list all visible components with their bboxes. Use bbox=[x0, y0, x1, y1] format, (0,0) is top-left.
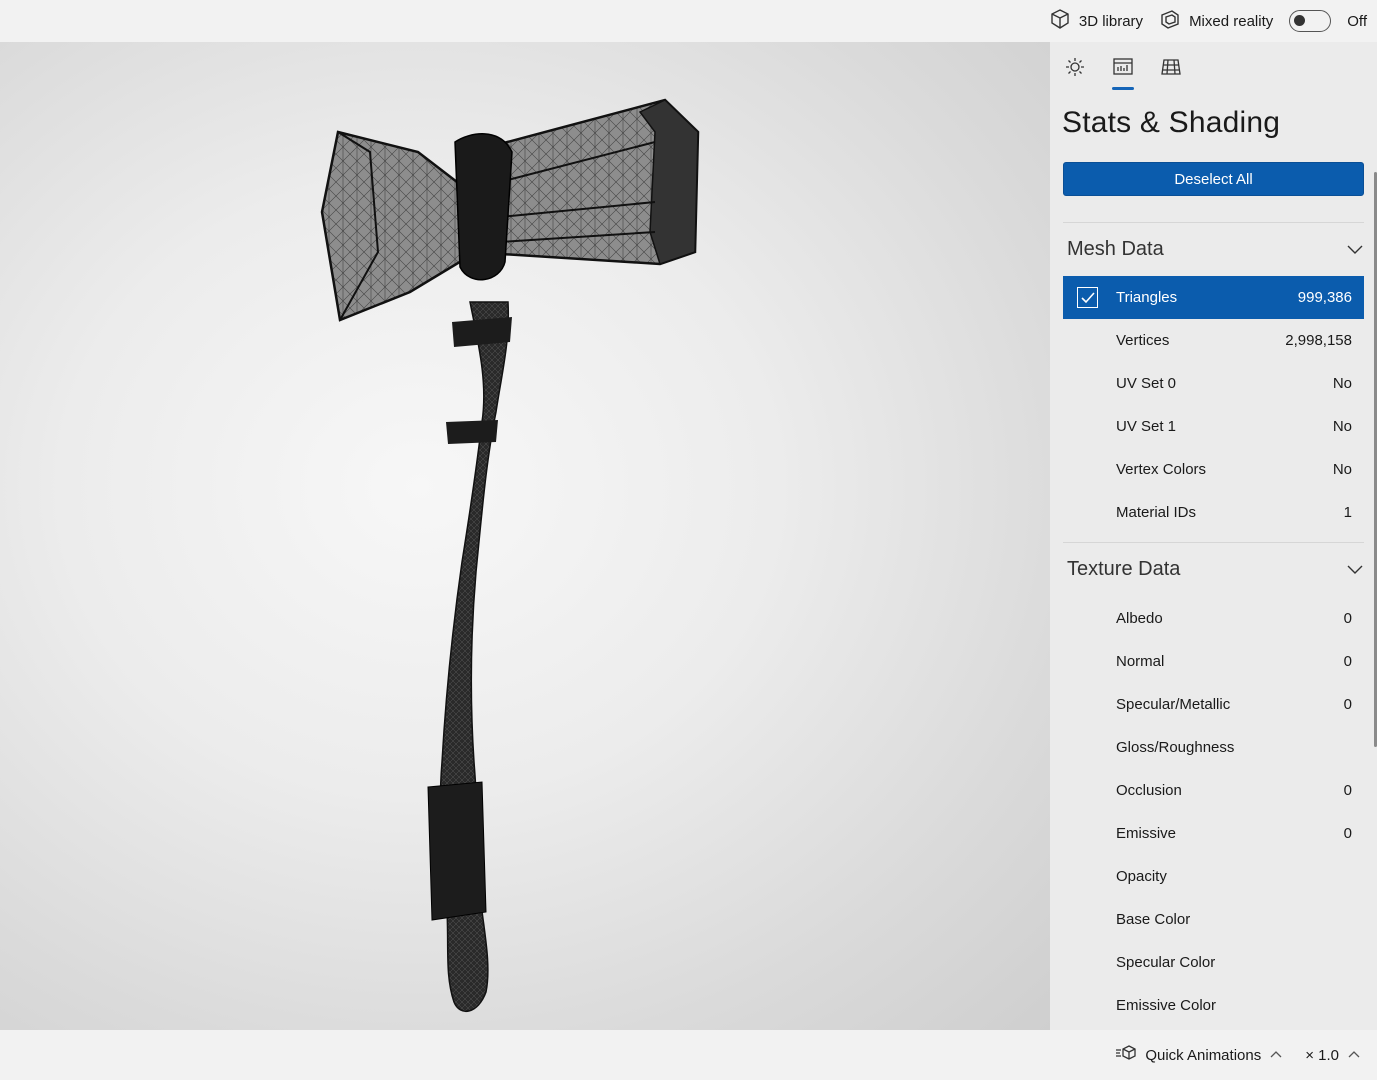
speed-button[interactable]: × 1.0 bbox=[1305, 1047, 1361, 1064]
row-label: Gloss/Roughness bbox=[1116, 739, 1235, 756]
texture-row-emissive[interactable]: Emissive 0 bbox=[1063, 812, 1364, 855]
row-value: No bbox=[1332, 418, 1352, 435]
grid-icon bbox=[1160, 56, 1182, 90]
checkbox-checked-icon[interactable] bbox=[1077, 287, 1098, 308]
quick-animations-label: Quick Animations bbox=[1145, 1046, 1262, 1064]
axe-wireframe-model bbox=[320, 98, 700, 1012]
mixed-reality-toggle[interactable] bbox=[1289, 10, 1332, 32]
tab-stats[interactable] bbox=[1110, 56, 1136, 90]
texture-row-albedo[interactable]: Albedo 0 bbox=[1063, 597, 1364, 640]
row-label: Triangles bbox=[1116, 289, 1178, 306]
mixed-reality-label: Mixed reality bbox=[1189, 12, 1274, 30]
chevron-down-icon bbox=[1346, 558, 1364, 581]
tab-grid[interactable] bbox=[1158, 56, 1184, 90]
row-label: Vertices bbox=[1116, 332, 1170, 349]
row-value: 999,386 bbox=[1297, 289, 1352, 306]
mesh-row-uv-set-1[interactable]: UV Set 1 No bbox=[1063, 405, 1364, 448]
texture-row-gloss-roughness[interactable]: Gloss/Roughness bbox=[1063, 726, 1364, 769]
row-value: 0 bbox=[1343, 610, 1352, 627]
sun-icon bbox=[1064, 56, 1086, 90]
speed-label: × 1.0 bbox=[1305, 1046, 1339, 1064]
cube-icon bbox=[1049, 8, 1071, 34]
mesh-row-vertices[interactable]: Vertices 2,998,158 bbox=[1063, 319, 1364, 362]
row-label: Occlusion bbox=[1116, 782, 1182, 799]
quick-animations-button[interactable]: Quick Animations bbox=[1115, 1044, 1283, 1066]
divider bbox=[1063, 222, 1364, 223]
deselect-all-button[interactable]: Deselect All bbox=[1063, 162, 1364, 196]
mixed-reality-button[interactable]: Mixed reality bbox=[1159, 8, 1273, 34]
texture-row-opacity[interactable]: Opacity bbox=[1063, 855, 1364, 898]
3d-library-button[interactable]: 3D library bbox=[1049, 8, 1143, 34]
3d-library-label: 3D library bbox=[1078, 12, 1144, 30]
toggle-state-label: Off bbox=[1347, 12, 1367, 30]
stats-panel: Stats & Shading Deselect All Mesh Data T… bbox=[1050, 42, 1377, 1030]
panel-tabs bbox=[1050, 42, 1377, 94]
row-value: 1 bbox=[1343, 504, 1352, 521]
stats-icon bbox=[1112, 56, 1134, 90]
bottom-bar: Quick Animations × 1.0 bbox=[0, 1030, 1377, 1080]
row-value: 2,998,158 bbox=[1285, 332, 1352, 349]
chevron-up-icon bbox=[1269, 1048, 1283, 1062]
row-value: 0 bbox=[1343, 782, 1352, 799]
row-label: Vertex Colors bbox=[1116, 461, 1207, 478]
mixed-reality-icon bbox=[1159, 8, 1181, 34]
texture-row-base-color[interactable]: Base Color bbox=[1063, 898, 1364, 941]
texture-row-normal[interactable]: Normal 0 bbox=[1063, 640, 1364, 683]
row-label: UV Set 1 bbox=[1116, 418, 1177, 435]
mesh-row-triangles[interactable]: Triangles 999,386 bbox=[1063, 276, 1364, 319]
chevron-down-icon bbox=[1346, 238, 1364, 261]
row-label: Emissive Color bbox=[1116, 997, 1217, 1014]
toggle-knob bbox=[1294, 15, 1306, 26]
texture-row-specular-metallic[interactable]: Specular/Metallic 0 bbox=[1063, 683, 1364, 726]
mesh-data-title: Mesh Data bbox=[1067, 237, 1164, 260]
divider bbox=[1063, 542, 1364, 543]
row-label: Emissive bbox=[1116, 825, 1177, 842]
row-value: No bbox=[1332, 461, 1352, 478]
texture-row-emissive-color[interactable]: Emissive Color bbox=[1063, 984, 1364, 1027]
mesh-row-uv-set-0[interactable]: UV Set 0 No bbox=[1063, 362, 1364, 405]
row-label: Specular Color bbox=[1116, 954, 1216, 971]
3d-viewport[interactable] bbox=[0, 42, 1050, 1030]
texture-row-specular-color[interactable]: Specular Color bbox=[1063, 941, 1364, 984]
row-value: No bbox=[1332, 375, 1352, 392]
row-label: Normal bbox=[1116, 653, 1165, 670]
row-label: Material IDs bbox=[1116, 504, 1197, 521]
panel-title: Stats & Shading bbox=[1062, 106, 1281, 139]
mesh-row-material-ids[interactable]: Material IDs 1 bbox=[1063, 491, 1364, 534]
texture-data-header[interactable]: Texture Data bbox=[1063, 549, 1364, 589]
row-value: 0 bbox=[1343, 696, 1352, 713]
row-value: 0 bbox=[1343, 825, 1352, 842]
texture-row-occlusion[interactable]: Occlusion 0 bbox=[1063, 769, 1364, 812]
top-bar: 3D library Mixed reality Off bbox=[0, 0, 1377, 42]
animation-cube-icon bbox=[1115, 1044, 1137, 1066]
texture-data-title: Texture Data bbox=[1067, 557, 1181, 580]
chevron-up-icon bbox=[1347, 1048, 1361, 1062]
row-label: Base Color bbox=[1116, 911, 1191, 928]
mesh-row-vertex-colors[interactable]: Vertex Colors No bbox=[1063, 448, 1364, 491]
tab-lighting[interactable] bbox=[1062, 56, 1088, 90]
row-label: Albedo bbox=[1116, 610, 1163, 627]
row-label: Opacity bbox=[1116, 868, 1167, 885]
row-value: 0 bbox=[1343, 653, 1352, 670]
row-label: Specular/Metallic bbox=[1116, 696, 1231, 713]
row-label: UV Set 0 bbox=[1116, 375, 1177, 392]
mesh-data-header[interactable]: Mesh Data bbox=[1063, 229, 1364, 269]
